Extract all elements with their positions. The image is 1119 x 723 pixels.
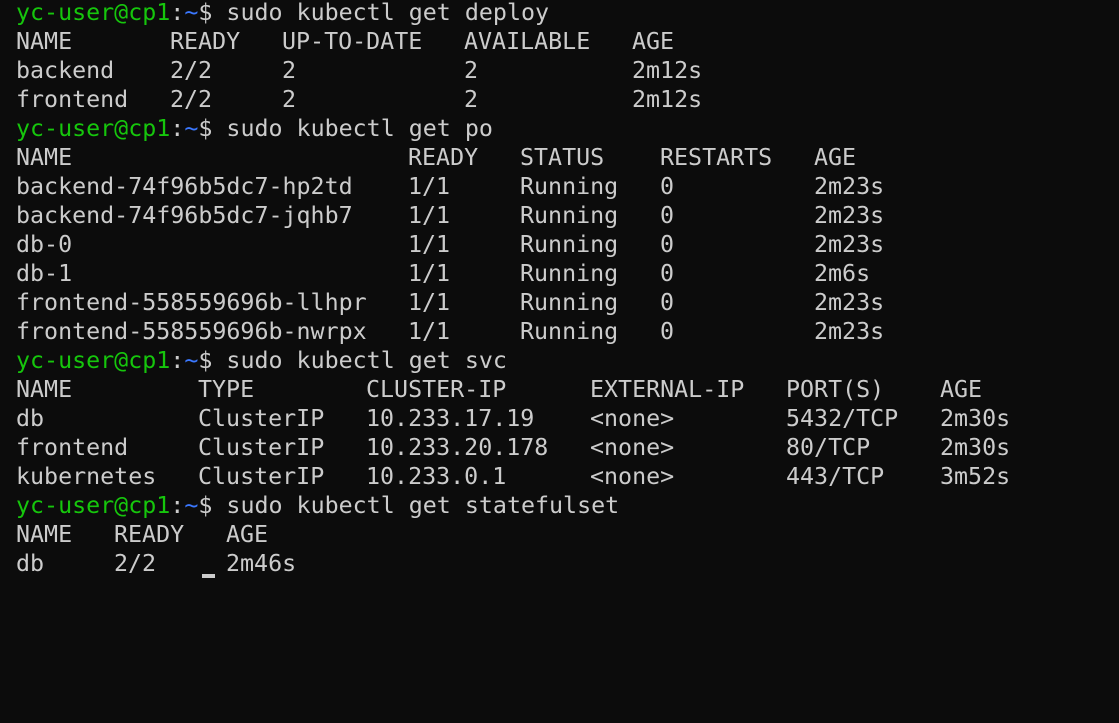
prompt-line: yc-user@cp1:~$ sudo kubectl get stateful… bbox=[16, 492, 620, 519]
table-row: frontend ClusterIP 10.233.20.178 <none> … bbox=[16, 434, 1011, 461]
command-text: sudo kubectl get deploy bbox=[226, 0, 550, 26]
command-text: sudo kubectl get po bbox=[226, 115, 493, 142]
text-cursor bbox=[202, 574, 215, 578]
table-row: backend 2/2 2 2 2m12s bbox=[16, 57, 703, 84]
table-row: frontend-558559696b-nwrpx 1/1 Running 0 … bbox=[16, 318, 885, 345]
prompt-line: yc-user@cp1:~$ sudo kubectl get deploy bbox=[16, 0, 550, 26]
table-row: db-1 1/1 Running 0 2m6s bbox=[16, 260, 871, 287]
prompt-path: ~ bbox=[184, 0, 199, 26]
table-row: frontend-558559696b-llhpr 1/1 Running 0 … bbox=[16, 289, 885, 316]
command-text: sudo kubectl get svc bbox=[226, 347, 507, 374]
prompt-user: yc-user@cp1 bbox=[16, 347, 171, 374]
table-row: frontend 2/2 2 2 2m12s bbox=[16, 86, 703, 113]
prompt-user: yc-user@cp1 bbox=[16, 0, 171, 26]
table-row: db-0 1/1 Running 0 2m23s bbox=[16, 231, 885, 258]
table-header: NAME READY UP-TO-DATE AVAILABLE AGE bbox=[16, 28, 675, 55]
table-header: NAME TYPE CLUSTER-IP EXTERNAL-IP PORT(S)… bbox=[16, 376, 983, 403]
prompt-line: yc-user@cp1:~$ sudo kubectl get po bbox=[16, 115, 493, 142]
prompt-user: yc-user@cp1 bbox=[16, 492, 171, 519]
table-row: backend-74f96b5dc7-jqhb7 1/1 Running 0 2… bbox=[16, 202, 885, 229]
table-row: backend-74f96b5dc7-hp2td 1/1 Running 0 2… bbox=[16, 173, 885, 200]
prompt-line: yc-user@cp1:~$ sudo kubectl get svc bbox=[16, 347, 507, 374]
table-row: kubernetes ClusterIP 10.233.0.1 <none> 4… bbox=[16, 463, 1011, 490]
prompt-path: ~ bbox=[184, 347, 199, 374]
command-text: sudo kubectl get statefulset bbox=[226, 492, 620, 519]
terminal-output[interactable]: yc-user@cp1:~$ sudo kubectl get deploy N… bbox=[16, 0, 1011, 578]
table-row: db ClusterIP 10.233.17.19 <none> 5432/TC… bbox=[16, 405, 1011, 432]
prompt-path: ~ bbox=[184, 492, 199, 519]
table-header: NAME READY AGE bbox=[16, 521, 269, 548]
table-row: db 2/2 2m46s bbox=[16, 550, 297, 578]
prompt-path: ~ bbox=[184, 115, 199, 142]
table-header: NAME READY STATUS RESTARTS AGE bbox=[16, 144, 857, 171]
prompt-user: yc-user@cp1 bbox=[16, 115, 171, 142]
